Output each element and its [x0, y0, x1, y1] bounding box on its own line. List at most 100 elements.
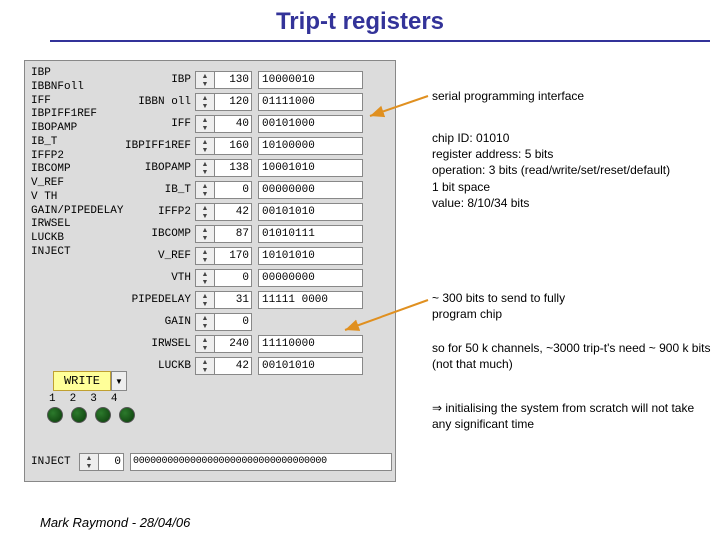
- register-label: IFFP2: [125, 206, 195, 218]
- register-row: IBBN oll▲▼12001111000: [125, 91, 363, 113]
- register-row: IFFP2▲▼4200101010: [125, 201, 363, 223]
- register-spinner[interactable]: ▲▼: [195, 203, 215, 221]
- register-label: VTH: [125, 272, 195, 284]
- spinner-down-icon: ▼: [196, 234, 214, 242]
- register-spinner[interactable]: ▲▼: [195, 313, 215, 331]
- spinner-up-icon: ▲: [196, 160, 214, 168]
- sidebar-item: IBBNFoll: [31, 81, 125, 95]
- register-bits: 00101010: [258, 357, 363, 375]
- sidebar-item: IB_T: [31, 136, 125, 150]
- sidebar-item: IFFP2: [31, 150, 125, 164]
- register-bits: 00000000: [258, 181, 363, 199]
- register-row: VTH▲▼000000000: [125, 267, 363, 289]
- write-dropdown[interactable]: ▼: [111, 371, 127, 391]
- register-row: IBP▲▼130 10000010: [125, 69, 363, 91]
- register-value[interactable]: 160: [215, 137, 252, 155]
- register-bits: 10001010: [258, 159, 363, 177]
- inject-row: INJECT ▲▼ 0 0000000000000000000000000000…: [31, 453, 392, 471]
- slide-footer: Mark Raymond - 28/04/06: [40, 515, 190, 530]
- register-value[interactable]: 0: [215, 181, 252, 199]
- register-value[interactable]: 0: [215, 269, 252, 287]
- title-rule: [50, 40, 710, 42]
- register-row: PIPEDELAY▲▼3111111 0000: [125, 289, 363, 311]
- register-value[interactable]: 31: [215, 291, 252, 309]
- register-value[interactable]: 130: [215, 71, 252, 89]
- register-value[interactable]: 42: [215, 203, 252, 221]
- register-row: GAIN▲▼0: [125, 311, 363, 333]
- spinner-up-icon: ▲: [196, 72, 214, 80]
- register-label: IBOPAMP: [125, 162, 195, 174]
- slide-title: Trip-t registers: [0, 8, 720, 36]
- spinner-up-icon: ▲: [196, 226, 214, 234]
- channel-labels: 1234: [49, 393, 117, 405]
- register-label: IBBN oll: [125, 96, 195, 108]
- register-row: V_REF▲▼17010101010: [125, 245, 363, 267]
- chevron-down-icon: ▼: [115, 377, 123, 386]
- register-spinner[interactable]: ▲▼: [195, 159, 215, 177]
- spinner-down-icon: ▼: [196, 102, 214, 110]
- write-button[interactable]: WRITE: [53, 371, 111, 391]
- register-value[interactable]: 170: [215, 247, 252, 265]
- sidebar-item: IBCOMP: [31, 163, 125, 177]
- register-row: IBCOMP▲▼8701010111: [125, 223, 363, 245]
- spinner-down-icon: ▼: [196, 300, 214, 308]
- register-spinner[interactable]: ▲▼: [195, 181, 215, 199]
- channel-label: 2: [70, 393, 77, 405]
- register-row: IBPIFF1REF▲▼16010100000: [125, 135, 363, 157]
- register-bits: 00000000: [258, 269, 363, 287]
- led-1: [47, 407, 63, 423]
- spinner-up-icon: ▲: [196, 358, 214, 366]
- register-value[interactable]: 87: [215, 225, 252, 243]
- spinner-down-icon: ▼: [196, 278, 214, 286]
- channel-leds: [47, 407, 135, 423]
- sidebar-item: GAIN/PIPEDELAY: [31, 205, 125, 219]
- led-4: [119, 407, 135, 423]
- register-spinner[interactable]: ▲▼: [195, 225, 215, 243]
- register-label: IRWSEL: [125, 338, 195, 350]
- led-3: [95, 407, 111, 423]
- register-bits: 10000010: [258, 71, 363, 89]
- register-spinner[interactable]: ▲▼: [195, 137, 215, 155]
- annot-300bits: ~ 300 bits to send to fully program chip: [432, 290, 565, 322]
- implies-icon: ⇒: [432, 401, 445, 415]
- channel-label: 1: [49, 393, 56, 405]
- spinner-up-icon: ▲: [196, 314, 214, 322]
- spinner-up-icon: ▲: [196, 116, 214, 124]
- register-value[interactable]: 120: [215, 93, 252, 111]
- register-spinner[interactable]: ▲▼: [195, 71, 215, 89]
- register-label: IBP: [125, 74, 195, 86]
- register-spinner[interactable]: ▲▼: [195, 247, 215, 265]
- spinner-down-icon: ▼: [80, 462, 98, 470]
- sidebar-item: IBP: [31, 67, 125, 81]
- spinner-down-icon: ▼: [196, 322, 214, 330]
- register-label: V_REF: [125, 250, 195, 262]
- channel-label: 3: [90, 393, 97, 405]
- register-spinner[interactable]: ▲▼: [195, 93, 215, 111]
- inject-spinner[interactable]: ▲▼: [79, 453, 99, 471]
- spinner-up-icon: ▲: [80, 454, 98, 462]
- inject-label: INJECT: [31, 456, 79, 468]
- register-spinner[interactable]: ▲▼: [195, 335, 215, 353]
- register-label: IBPIFF1REF: [125, 140, 195, 152]
- sidebar-item: LUCKB: [31, 232, 125, 246]
- register-value[interactable]: 138: [215, 159, 252, 177]
- annot-frame-format: chip ID: 01010 register address: 5 bits …: [432, 130, 670, 211]
- inject-value[interactable]: 0: [99, 453, 124, 471]
- register-spinner[interactable]: ▲▼: [195, 357, 215, 375]
- register-spinner[interactable]: ▲▼: [195, 269, 215, 287]
- register-row: LUCKB▲▼4200101010: [125, 355, 363, 377]
- spinner-up-icon: ▲: [196, 270, 214, 278]
- register-label: PIPEDELAY: [125, 294, 195, 306]
- register-name-list: IBPIBBNFollIFFIBPIFF1REFIBOPAMPIB_TIFFP2…: [31, 67, 125, 260]
- register-value[interactable]: 40: [215, 115, 252, 133]
- register-bits: 11110000: [258, 335, 363, 353]
- register-bits: 00101000: [258, 115, 363, 133]
- register-value[interactable]: 240: [215, 335, 252, 353]
- sidebar-item: IBOPAMP: [31, 122, 125, 136]
- annot-init: ⇒ initialising the system from scratch w…: [432, 400, 712, 432]
- register-value[interactable]: 0: [215, 313, 252, 331]
- register-value[interactable]: 42: [215, 357, 252, 375]
- register-spinner[interactable]: ▲▼: [195, 115, 215, 133]
- spinner-down-icon: ▼: [196, 366, 214, 374]
- register-spinner[interactable]: ▲▼: [195, 291, 215, 309]
